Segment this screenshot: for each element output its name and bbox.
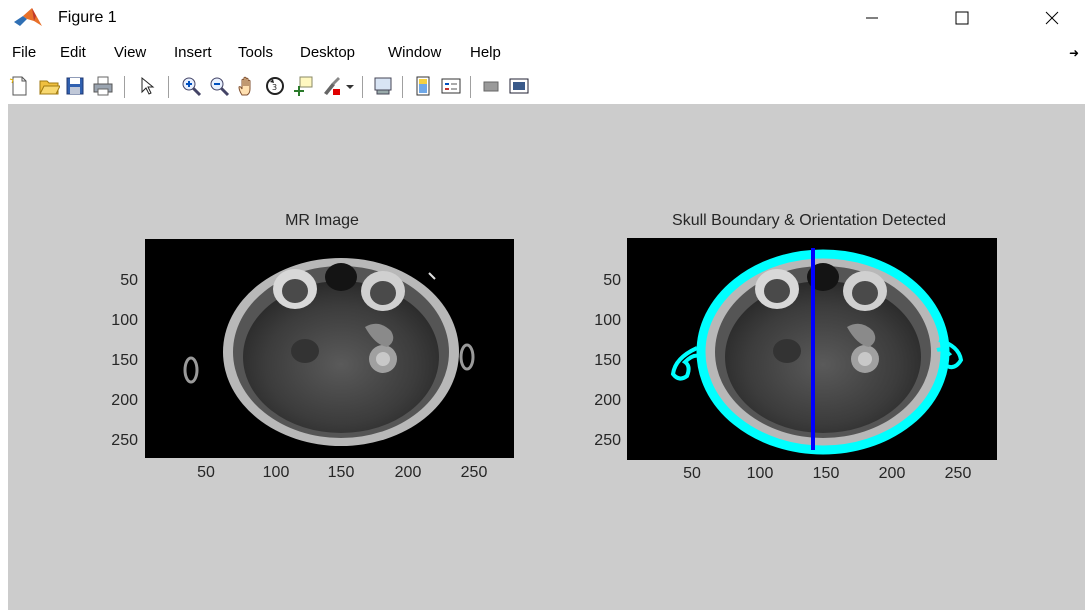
menu-bar: File Edit View Insert Tools Desktop Wind… bbox=[0, 38, 1085, 68]
xtick-label: 100 bbox=[262, 464, 290, 481]
show-plot-tools-icon[interactable] bbox=[508, 75, 530, 97]
plot-title-skull-boundary: Skull Boundary & Orientation Detected bbox=[672, 212, 946, 229]
menu-help[interactable]: Help bbox=[470, 44, 501, 61]
ytick-label: 150 bbox=[594, 352, 621, 369]
left-ear bbox=[183, 356, 199, 384]
figure-toolbar: 3 bbox=[0, 68, 1085, 104]
maximize-button[interactable] bbox=[939, 2, 985, 34]
ytick-label: 50 bbox=[603, 272, 621, 289]
figure-canvas: MR Image 50 100 150 200 250 50 100 150 2… bbox=[8, 104, 1085, 610]
xtick-label: 50 bbox=[683, 465, 701, 482]
new-figure-icon[interactable] bbox=[8, 75, 30, 97]
insert-legend-icon[interactable] bbox=[440, 75, 462, 97]
ytick-label: 150 bbox=[111, 352, 138, 369]
xtick-label: 200 bbox=[394, 464, 422, 481]
xtick-label: 100 bbox=[746, 465, 774, 482]
save-figure-icon[interactable] bbox=[64, 75, 86, 97]
menu-desktop[interactable]: Desktop bbox=[300, 44, 355, 61]
hide-plot-tools-icon[interactable] bbox=[480, 75, 502, 97]
right-ear bbox=[459, 343, 475, 371]
minimize-button[interactable] bbox=[849, 2, 895, 34]
insert-colorbar-icon[interactable] bbox=[412, 75, 434, 97]
matlab-logo-icon bbox=[14, 8, 42, 28]
axes-mr-image[interactable] bbox=[145, 239, 514, 458]
xtick-label: 150 bbox=[327, 464, 355, 481]
ytick-label: 200 bbox=[594, 392, 621, 409]
left-ear-contour bbox=[670, 346, 700, 381]
brain-tissue bbox=[243, 281, 439, 433]
svg-text:3: 3 bbox=[272, 83, 277, 92]
xtick-label: 250 bbox=[944, 465, 972, 482]
zoom-in-icon[interactable] bbox=[180, 75, 202, 97]
zoom-out-icon[interactable] bbox=[208, 75, 230, 97]
xtick-label: 200 bbox=[878, 465, 906, 482]
toolbar-separator bbox=[168, 76, 169, 98]
menu-overflow-icon[interactable]: ➜ bbox=[1069, 46, 1079, 60]
xtick-label: 250 bbox=[460, 464, 488, 481]
print-figure-icon[interactable] bbox=[92, 75, 114, 97]
menu-file[interactable]: File bbox=[12, 44, 36, 61]
window-titlebar: Figure 1 bbox=[0, 0, 1085, 38]
menu-edit[interactable]: Edit bbox=[60, 44, 86, 61]
toolbar-separator bbox=[470, 76, 471, 98]
rotate-3d-icon[interactable]: 3 bbox=[264, 75, 286, 97]
toolbar-separator bbox=[362, 76, 363, 98]
ytick-label: 100 bbox=[594, 312, 621, 329]
axes-skull-boundary[interactable] bbox=[627, 238, 997, 460]
ytick-label: 250 bbox=[111, 432, 138, 449]
window-title: Figure 1 bbox=[58, 9, 117, 26]
ytick-label: 50 bbox=[120, 272, 138, 289]
plot-title-mr-image: MR Image bbox=[285, 212, 359, 229]
ytick-label: 200 bbox=[111, 392, 138, 409]
xtick-label: 150 bbox=[812, 465, 840, 482]
close-button[interactable] bbox=[1029, 2, 1075, 34]
link-plot-icon[interactable] bbox=[372, 75, 394, 97]
brush-icon[interactable] bbox=[320, 75, 342, 97]
toolbar-separator bbox=[402, 76, 403, 98]
toolbar-separator bbox=[124, 76, 125, 98]
menu-insert[interactable]: Insert bbox=[174, 44, 212, 61]
open-file-icon[interactable] bbox=[38, 75, 60, 97]
brush-dropdown-icon[interactable] bbox=[344, 75, 356, 97]
menu-tools[interactable]: Tools bbox=[238, 44, 273, 61]
edit-plot-arrow-icon[interactable] bbox=[136, 75, 158, 97]
menu-window[interactable]: Window bbox=[388, 44, 441, 61]
ytick-label: 100 bbox=[111, 312, 138, 329]
pan-hand-icon[interactable] bbox=[236, 75, 258, 97]
data-cursor-icon[interactable] bbox=[292, 75, 314, 97]
menu-view[interactable]: View bbox=[114, 44, 146, 61]
ytick-label: 250 bbox=[594, 432, 621, 449]
xtick-label: 50 bbox=[197, 464, 215, 481]
